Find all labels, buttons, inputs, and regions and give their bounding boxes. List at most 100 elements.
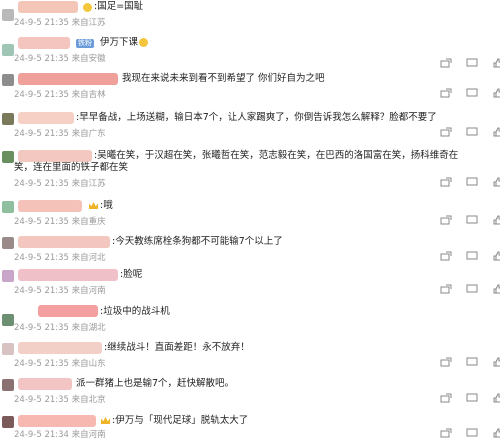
share-icon[interactable] (440, 357, 452, 367)
comment-text: :国足=国耻 (94, 1, 144, 12)
fan-badge: 铁粉 (76, 39, 94, 48)
comment-item: :继续战斗！直面差距！永不放弃！ 24-9-5 21:35 来自山东 (0, 341, 500, 371)
like-icon[interactable] (492, 284, 500, 294)
comment-item: :今天教练席栓条狗都不可能输7个以上了 24-9-5 21:35 来自河北 (0, 235, 500, 265)
like-icon[interactable] (492, 177, 500, 187)
like-icon[interactable] (492, 215, 500, 225)
comment-icon[interactable] (466, 251, 478, 261)
username[interactable] (18, 37, 70, 49)
comment-meta: 24-9-5 21:35 来自湖北 (14, 323, 106, 333)
comment-actions (440, 357, 500, 367)
comment-text: :继续战斗！直面差距！永不放弃！ (104, 342, 250, 353)
comment-meta: 24-9-5 21:35 来自江苏 (14, 179, 106, 189)
crown-icon (89, 202, 98, 209)
comment-item: :哦 24-9-5 21:35 来自重庆 (0, 199, 500, 229)
comment-icon[interactable] (466, 88, 478, 98)
comment-list: :国足=国耻 24-9-5 21:35 来自江苏 铁粉 伊万下课 24-9-5 … (0, 0, 500, 440)
comment-actions (440, 393, 500, 403)
username[interactable] (18, 236, 110, 248)
comment-item: :国足=国耻 24-9-5 21:35 来自江苏 (0, 0, 500, 30)
comment-icon[interactable] (466, 357, 478, 367)
comment-text: :垃圾中的战斗机 (100, 306, 170, 317)
like-icon[interactable] (492, 88, 500, 98)
username[interactable] (18, 112, 74, 124)
comment-icon[interactable] (466, 284, 478, 294)
comment-actions (440, 127, 500, 137)
like-icon[interactable] (492, 393, 500, 403)
comment-icon[interactable] (466, 215, 478, 225)
username[interactable] (18, 415, 96, 427)
comment-item: :吴曦在笑，于汉超在笑，张曦哲在笑，范志毅在笑，在巴西的洛国富在笑，扬科维奇在笑… (0, 149, 500, 189)
avatar[interactable] (2, 9, 14, 21)
comment-actions (440, 428, 500, 438)
comment-icon[interactable] (466, 428, 478, 438)
comment-text-content: 伊万下课 (100, 37, 139, 48)
avatar[interactable] (2, 270, 14, 282)
comment-text: 派一群猪上也是输7个，赶快解散吧。 (76, 378, 235, 389)
comment-actions (440, 251, 500, 261)
comment-meta: 24-9-5 21:35 来自北京 (14, 395, 106, 405)
comment-text: :今天教练席栓条狗都不可能输7个以上了 (112, 236, 283, 247)
username[interactable] (18, 73, 118, 85)
comment-item: :垃圾中的战斗机 24-9-5 21:35 来自湖北 (0, 305, 500, 335)
username[interactable] (18, 1, 78, 13)
comment-meta: 24-9-5 21:35 来自江苏 (14, 18, 106, 28)
comment-meta: 24-9-5 21:35 来自山东 (14, 359, 106, 369)
comment-meta: 24-9-5 21:34 来自河南 (14, 430, 106, 440)
comment-item: :伊万与「现代足球」脱轨太大了 24-9-5 21:34 来自河南 (0, 414, 500, 440)
avatar[interactable] (2, 74, 14, 86)
comment-actions (440, 88, 500, 98)
comment-item: 我现在来说未来到看不到希望了 你们好自为之吧 24-9-5 21:35 来自吉林 (0, 72, 500, 102)
comment-meta: 24-9-5 21:35 来自重庆 (14, 217, 106, 227)
avatar[interactable] (2, 343, 14, 355)
crown-icon (101, 417, 110, 424)
share-icon[interactable] (440, 177, 452, 187)
comment-item: :早早备战，上场送糊，输日本7个，让人家踢爽了，你倒告诉我怎么解释？脸都不要了 … (0, 111, 500, 141)
like-icon[interactable] (492, 58, 500, 68)
username[interactable] (38, 305, 98, 317)
like-icon[interactable] (492, 251, 500, 261)
share-icon[interactable] (440, 284, 452, 294)
comment-meta: 24-9-5 21:35 来自吉林 (14, 90, 106, 100)
avatar[interactable] (2, 416, 14, 428)
share-icon[interactable] (440, 251, 452, 261)
comment-text: :伊万与「现代足球」脱轨太大了 (112, 415, 249, 426)
like-icon[interactable] (492, 428, 500, 438)
share-icon[interactable] (440, 58, 452, 68)
avatar[interactable] (2, 44, 14, 56)
emoji-icon (83, 3, 92, 12)
username[interactable] (18, 378, 72, 390)
like-icon[interactable] (492, 127, 500, 137)
avatar[interactable] (2, 314, 14, 326)
comment-meta: 24-9-5 21:35 来自广东 (14, 129, 106, 139)
share-icon[interactable] (440, 127, 452, 137)
comment-icon[interactable] (466, 177, 478, 187)
comment-meta: 24-9-5 21:35 来自河北 (14, 253, 106, 263)
comment-text: 我现在来说未来到看不到希望了 你们好自为之吧 (122, 73, 325, 84)
comment-icon[interactable] (466, 58, 478, 68)
username[interactable] (18, 200, 82, 212)
username[interactable] (18, 269, 118, 281)
comment-text: :哦 (100, 200, 113, 211)
avatar[interactable] (2, 379, 14, 391)
share-icon[interactable] (440, 393, 452, 403)
comment-icon[interactable] (466, 393, 478, 403)
smile-emoji-icon (139, 38, 149, 47)
avatar[interactable] (2, 113, 14, 125)
comment-actions (440, 177, 500, 187)
comment-actions (440, 284, 500, 294)
share-icon[interactable] (440, 88, 452, 98)
comment-item: 派一群猪上也是输7个，赶快解散吧。 24-9-5 21:35 来自北京 (0, 377, 500, 407)
share-icon[interactable] (440, 428, 452, 438)
like-icon[interactable] (492, 357, 500, 367)
comment-actions (440, 215, 500, 225)
avatar[interactable] (2, 237, 14, 249)
share-icon[interactable] (440, 215, 452, 225)
avatar[interactable] (2, 151, 14, 163)
comment-meta: 24-9-5 21:35 来自安徽 (14, 54, 106, 64)
comment-text: :吴曦在笑，于汉超在笑，张曦哲在笑，范志毅在笑，在巴西的洛国富在笑，扬科维奇在笑… (14, 150, 459, 173)
comment-text: :早早备战，上场送糊，输日本7个，让人家踢爽了，你倒告诉我怎么解释？脸都不要了 (76, 112, 437, 123)
comment-icon[interactable] (466, 127, 478, 137)
username[interactable] (18, 342, 102, 354)
avatar[interactable] (2, 201, 14, 213)
